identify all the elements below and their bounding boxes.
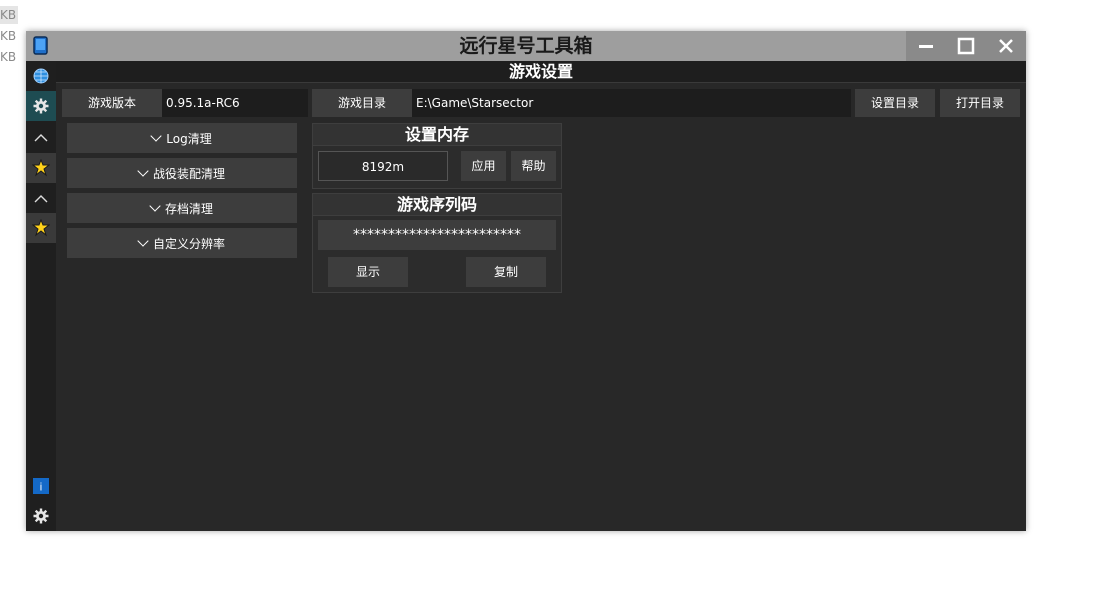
expander-campaign-loadout-cleanup[interactable]: 战役装配清理 — [67, 158, 297, 188]
expander-custom-resolution[interactable]: 自定义分辨率 — [67, 228, 297, 258]
memory-panel-title: 设置内存 — [313, 124, 561, 146]
page-header: 游戏设置 — [56, 61, 1026, 83]
gear-icon — [33, 508, 49, 524]
svg-text:i: i — [40, 482, 42, 494]
minimize-button[interactable] — [906, 31, 946, 61]
expander-label: Log清理 — [166, 131, 212, 146]
memory-panel: 设置内存 8192m 应用 帮助 — [312, 123, 562, 189]
game-dir-label: 游戏目录 — [312, 89, 412, 117]
file-size-label: KB — [0, 29, 17, 43]
open-dir-button[interactable]: 打开目录 — [940, 89, 1020, 117]
page-title: 游戏设置 — [508, 62, 573, 81]
show-serial-button[interactable]: 显示 — [328, 257, 408, 287]
serial-panel: 游戏序列码 ************************ 显示 复制 — [312, 193, 562, 293]
sidebar-item-settings[interactable] — [26, 91, 56, 121]
expander-log-cleanup[interactable]: Log清理 — [67, 123, 297, 153]
chevron-down-icon — [149, 199, 161, 212]
close-button[interactable] — [986, 31, 1026, 61]
star-badge-icon — [32, 159, 50, 177]
sidebar-item-mod[interactable] — [26, 153, 56, 183]
star-badge-icon — [32, 219, 50, 237]
expander-label: 自定义分辨率 — [152, 236, 225, 251]
minimize-icon — [919, 45, 933, 48]
serial-code-field: ************************ — [318, 220, 556, 250]
game-version-label: 游戏版本 — [62, 89, 162, 117]
expander-label: 存档清理 — [164, 201, 213, 216]
apply-memory-button[interactable]: 应用 — [461, 151, 506, 181]
close-icon — [999, 39, 1013, 53]
sidebar-item-info[interactable]: i — [26, 471, 56, 501]
copy-serial-button[interactable]: 复制 — [466, 257, 546, 287]
sidebar-collapse-toggle[interactable] — [26, 184, 56, 214]
serial-panel-title: 游戏序列码 — [313, 194, 561, 216]
sidebar-collapse-toggle[interactable] — [26, 123, 56, 153]
gear-icon — [33, 98, 49, 114]
expander-label: 战役装配清理 — [152, 166, 225, 181]
globe-icon — [33, 68, 49, 84]
expander-save-cleanup[interactable]: 存档清理 — [67, 193, 297, 223]
maximize-button[interactable] — [946, 31, 986, 61]
sidebar-item-globe[interactable] — [26, 61, 56, 91]
chevron-up-icon — [34, 134, 48, 142]
set-dir-button[interactable]: 设置目录 — [855, 89, 935, 117]
sidebar: i — [26, 61, 56, 531]
title-bar[interactable]: 远行星号工具箱 — [26, 31, 1026, 61]
sidebar-item-mod[interactable] — [26, 213, 56, 243]
memory-input[interactable]: 8192m — [318, 151, 448, 181]
chevron-up-icon — [34, 195, 48, 203]
window-title: 远行星号工具箱 — [459, 35, 593, 57]
info-icon: i — [33, 478, 49, 494]
maximize-icon — [957, 37, 975, 55]
chevron-down-icon — [137, 164, 149, 177]
app-window: 远行星号工具箱 i 游戏设置 游戏版本 0.95.1a-RC6 游戏目录 E:\… — [26, 31, 1026, 531]
memory-help-button[interactable]: 帮助 — [511, 151, 556, 181]
chevron-down-icon — [137, 234, 149, 247]
game-version-value: 0.95.1a-RC6 — [162, 89, 308, 117]
app-icon — [26, 31, 56, 61]
chevron-down-icon — [150, 129, 162, 142]
game-dir-field[interactable]: E:\Game\Starsector — [412, 89, 851, 117]
file-size-label: KB — [0, 50, 17, 64]
sidebar-item-app-settings[interactable] — [26, 501, 56, 531]
file-size-label: KB — [0, 6, 18, 24]
